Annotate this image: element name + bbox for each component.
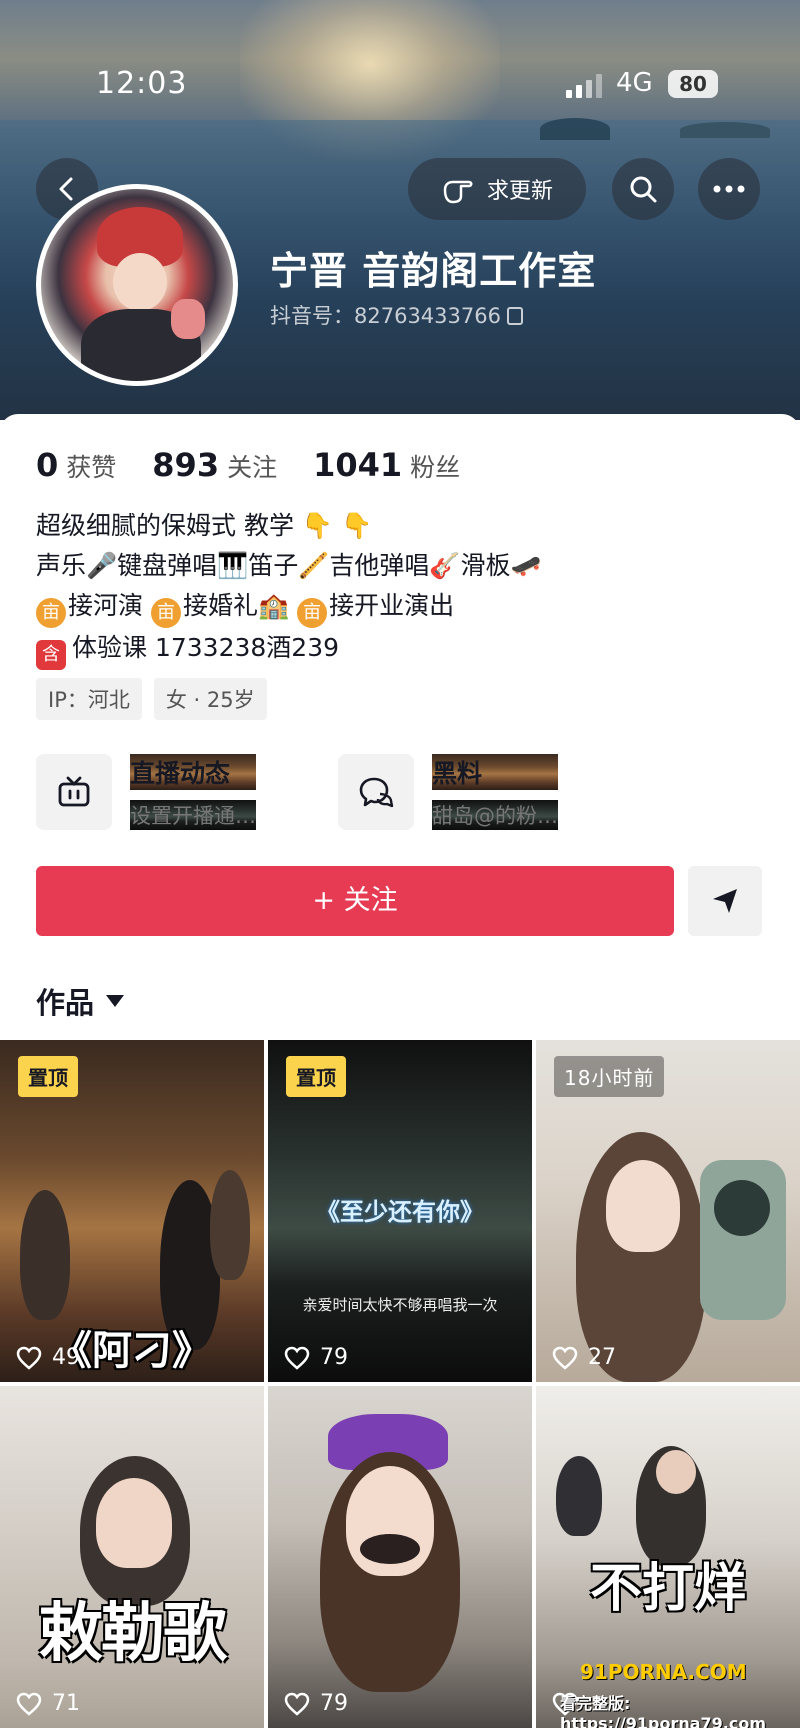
group-chat-card[interactable]: 黑料 甜岛@的粉… — [338, 754, 558, 830]
like-count: 71 — [16, 1691, 80, 1716]
signal-icon — [566, 74, 606, 98]
badge-icon: 亩 — [297, 598, 328, 628]
bio-line: 亩接河演 亩接婚礼🏫 亩接开业演出 — [36, 586, 756, 628]
like-count: 49 — [16, 1345, 80, 1370]
stat-number: 0 — [36, 446, 59, 484]
video-caption: 不打烊 — [589, 1559, 746, 1619]
heart-icon — [16, 1346, 42, 1370]
stat-label: 关注 — [227, 453, 278, 482]
live-updates-title: 直播动态 — [130, 754, 256, 790]
status-time: 12:03 — [96, 66, 188, 101]
bio-line: 含体验课 1733238酒239 — [36, 628, 756, 670]
profile-page: 12:03 4G 80 求更新 宁晋 音韵阁工作室 抖音号：8276343376… — [0, 0, 800, 1728]
avatar[interactable] — [36, 184, 238, 386]
video-caption: 《至少还有你》 — [316, 1198, 484, 1226]
follow-button[interactable]: + 关注 — [36, 866, 674, 936]
video-subcaption: 亲爱时间太快不够再唱我一次 — [302, 1296, 498, 1314]
heart-icon — [284, 1692, 310, 1716]
badge-icon: 亩 — [36, 598, 66, 628]
tab-works-label: 作品 — [36, 986, 95, 1020]
stat-number: 893 — [152, 446, 220, 484]
video-tile[interactable]: 18小时前 27 — [536, 1040, 800, 1382]
heart-icon — [552, 1346, 578, 1370]
stat-following[interactable]: 893 关注 — [152, 446, 277, 484]
group-chat-subtitle: 甜岛@的粉… — [432, 800, 558, 830]
stat-followers[interactable]: 1041 粉丝 — [313, 446, 460, 484]
status-bar: 12:03 4G 80 — [0, 62, 800, 112]
stat-label: 获赞 — [66, 453, 117, 482]
douyin-id-text: 抖音号：82763433766 — [270, 304, 501, 328]
chevron-left-icon — [59, 177, 73, 201]
like-count: 27 — [552, 1345, 616, 1370]
chat-bubble-icon — [338, 754, 414, 830]
message-button[interactable] — [688, 866, 762, 936]
video-tile[interactable]: 置顶 《阿刁》 49 — [0, 1040, 264, 1382]
douyin-id[interactable]: 抖音号：82763433766 — [270, 300, 523, 330]
pinned-badge: 置顶 — [286, 1056, 346, 1097]
video-tile[interactable]: 敕勒歌 71 — [0, 1386, 264, 1728]
stats-row: 0 获赞 893 关注 1041 粉丝 — [36, 446, 496, 484]
bio: 超级细腻的保姆式 教学 👇 👇 声乐🎤键盘弹唱🎹笛子🪈吉他弹唱🎸滑板🛹 亩接河演… — [36, 506, 756, 670]
video-tile[interactable]: 79 — [268, 1386, 532, 1728]
stat-number: 1041 — [313, 446, 403, 484]
like-count: 79 — [284, 1345, 348, 1370]
search-icon — [630, 176, 657, 203]
heart-icon — [16, 1692, 42, 1716]
copy-icon[interactable] — [506, 307, 523, 325]
live-updates-card[interactable]: 直播动态 设置开播通… — [36, 754, 256, 830]
ip-location-tag: IP：河北 — [36, 678, 142, 720]
battery-icon: 80 — [668, 70, 718, 98]
profile-tags: IP：河北 女 · 25岁 — [36, 678, 279, 720]
like-count: 79 — [284, 1691, 348, 1716]
stat-label: 粉丝 — [410, 453, 461, 482]
group-chat-title: 黑料 — [432, 754, 558, 790]
watermark-brand: 91PORNA.COM — [580, 1660, 747, 1684]
stat-likes: 0 获赞 — [36, 446, 116, 484]
live-updates-subtitle: 设置开播通… — [130, 800, 256, 830]
gender-age-tag: 女 · 25岁 — [153, 678, 267, 720]
bio-line: 声乐🎤键盘弹唱🎹笛子🪈吉他弹唱🎸滑板🛹 — [36, 551, 542, 580]
send-icon — [713, 889, 737, 913]
network-type: 4G — [616, 68, 653, 98]
video-tile[interactable]: 置顶 《至少还有你》 亲爱时间太快不够再唱我一次 79 — [268, 1040, 532, 1382]
badge-icon: 亩 — [150, 598, 181, 628]
tab-works[interactable]: 作品 — [36, 980, 125, 1022]
watermark-url: 看完整版: https://91porna79.com — [560, 1694, 767, 1728]
tv-icon — [36, 754, 112, 830]
search-button[interactable] — [612, 158, 674, 220]
profile-panel: 0 获赞 893 关注 1041 粉丝 超级细腻的保姆式 教学 👇 👇 声乐🎤键… — [0, 414, 800, 1044]
video-caption: 敕勒歌 — [39, 1597, 227, 1671]
more-dots-icon — [713, 185, 745, 193]
badge-icon: 含 — [36, 640, 66, 670]
posted-time-badge: 18小时前 — [554, 1056, 665, 1097]
request-update-button[interactable]: 求更新 — [408, 158, 586, 220]
pinned-badge: 置顶 — [18, 1056, 78, 1097]
hand-point-icon — [443, 180, 473, 204]
caret-down-icon — [106, 995, 125, 1007]
bio-line: 超级细腻的保姆式 教学 👇 👇 — [36, 511, 373, 540]
heart-icon — [284, 1346, 310, 1370]
request-update-label: 求更新 — [486, 179, 553, 204]
video-grid: 置顶 《阿刁》 49 置顶 《至少还有你》 亲爱时间太快不够再唱我一次 79 1… — [0, 1040, 800, 1728]
profile-name: 宁晋 音韵阁工作室 — [270, 249, 597, 293]
more-button[interactable] — [698, 158, 760, 220]
